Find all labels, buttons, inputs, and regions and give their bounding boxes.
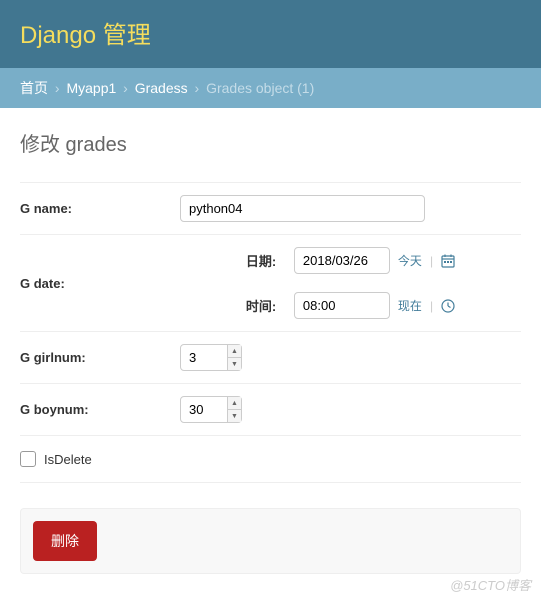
submit-row: 删除 xyxy=(20,508,521,574)
breadcrumb-current: Grades object (1) xyxy=(206,80,314,96)
breadcrumb-separator: › xyxy=(195,80,200,96)
breadcrumb: 首页 › Myapp1 › Gradess › Grades object (1… xyxy=(0,68,541,108)
ggirlnum-label: G girlnum: xyxy=(20,350,180,365)
gboynum-spinner: ▲ ▼ xyxy=(227,397,241,422)
site-title: Django 管理 xyxy=(20,15,521,50)
today-link[interactable]: 今天 xyxy=(398,252,422,269)
isdelete-label: IsDelete xyxy=(44,452,92,467)
now-link[interactable]: 现在 xyxy=(398,297,422,314)
time-input[interactable] xyxy=(294,292,390,319)
spinner-down-icon[interactable]: ▼ xyxy=(228,410,241,422)
gname-input[interactable] xyxy=(180,195,425,222)
breadcrumb-home[interactable]: 首页 xyxy=(20,80,48,96)
field-row-gboynum: G boynum: ▲ ▼ xyxy=(20,384,521,436)
helper-separator: | xyxy=(430,254,433,268)
field-row-ggirlnum: G girlnum: ▲ ▼ xyxy=(20,332,521,384)
field-row-gdate: G date: 日期: 今天 | 时间: 现在 | xyxy=(20,235,521,332)
admin-header: Django 管理 xyxy=(0,0,541,68)
time-sublabel: 时间: xyxy=(246,296,286,315)
helper-separator: | xyxy=(430,299,433,313)
date-input[interactable] xyxy=(294,247,390,274)
ggirlnum-spinner: ▲ ▼ xyxy=(227,345,241,370)
gboynum-label: G boynum: xyxy=(20,402,180,417)
field-row-isdelete: IsDelete xyxy=(20,436,521,483)
spinner-up-icon[interactable]: ▲ xyxy=(228,345,241,358)
content-area: 修改 grades G name: G date: 日期: 今天 | 时间: 现… xyxy=(0,108,541,594)
delete-button[interactable]: 删除 xyxy=(33,521,97,561)
spinner-up-icon[interactable]: ▲ xyxy=(228,397,241,410)
breadcrumb-app[interactable]: Myapp1 xyxy=(66,80,116,96)
clock-icon[interactable] xyxy=(441,299,455,313)
calendar-icon[interactable] xyxy=(441,254,455,268)
field-row-gname: G name: xyxy=(20,182,521,235)
breadcrumb-separator: › xyxy=(123,80,128,96)
date-sublabel: 日期: xyxy=(246,251,286,270)
watermark: @51CTO博客 xyxy=(450,575,531,594)
isdelete-checkbox[interactable] xyxy=(20,451,36,467)
breadcrumb-separator: › xyxy=(55,80,60,96)
breadcrumb-model[interactable]: Gradess xyxy=(135,80,188,96)
page-title: 修改 grades xyxy=(20,128,521,157)
gname-label: G name: xyxy=(20,201,180,216)
gdate-label: G date: xyxy=(20,276,180,291)
spinner-down-icon[interactable]: ▼ xyxy=(228,358,241,370)
